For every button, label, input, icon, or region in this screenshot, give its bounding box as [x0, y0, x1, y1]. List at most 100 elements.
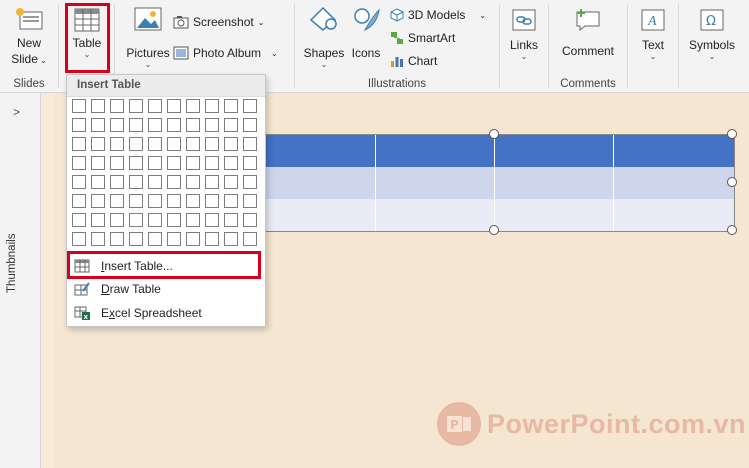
table-grid-cell[interactable]: [186, 99, 200, 113]
draw-table-menu-item[interactable]: Draw Table: [67, 278, 265, 300]
table-grid-cell[interactable]: [110, 232, 124, 246]
pictures-button[interactable]: Pictures ⌄: [123, 4, 173, 69]
screenshot-button[interactable]: Screenshot ⌄: [173, 13, 264, 31]
table-grid-cell[interactable]: [91, 99, 105, 113]
table-row[interactable]: [265, 199, 734, 231]
chart-button[interactable]: Chart: [390, 52, 437, 70]
table-grid-cell[interactable]: [167, 137, 181, 151]
slide-table[interactable]: [264, 134, 735, 232]
table-grid-cell[interactable]: [72, 137, 86, 151]
table-grid-cell[interactable]: [186, 137, 200, 151]
table-grid-cell[interactable]: [72, 156, 86, 170]
table-grid-cell[interactable]: [205, 99, 219, 113]
table-grid-cell[interactable]: [167, 213, 181, 227]
table-grid-cell[interactable]: [110, 194, 124, 208]
table-row[interactable]: [265, 167, 734, 199]
table-grid-cell[interactable]: [224, 232, 238, 246]
table-grid-cell[interactable]: [167, 232, 181, 246]
table-grid-cell[interactable]: [91, 118, 105, 132]
table-grid-cell[interactable]: [205, 156, 219, 170]
table-grid-cell[interactable]: [148, 99, 162, 113]
table-grid-cell[interactable]: [186, 232, 200, 246]
table-grid-cell[interactable]: [110, 118, 124, 132]
table-grid-cell[interactable]: [129, 213, 143, 227]
table-grid-cell[interactable]: [243, 137, 257, 151]
table-grid-cell[interactable]: [148, 194, 162, 208]
shapes-button[interactable]: Shapes ⌄: [303, 4, 345, 69]
table-grid-cell[interactable]: [72, 99, 86, 113]
symbols-button[interactable]: Ω Symbols ⌄: [687, 4, 737, 61]
thumbnails-expand-icon[interactable]: >: [13, 105, 20, 119]
excel-spreadsheet-menu-item[interactable]: x Excel Spreadsheet: [67, 302, 265, 324]
table-grid-cell[interactable]: [224, 118, 238, 132]
table-grid-cell[interactable]: [205, 175, 219, 189]
table-grid-cell[interactable]: [167, 118, 181, 132]
table-grid-cell[interactable]: [167, 175, 181, 189]
table-grid-cell[interactable]: [129, 118, 143, 132]
table-grid-cell[interactable]: [91, 232, 105, 246]
table-grid-cell[interactable]: [110, 99, 124, 113]
resize-handle[interactable]: [489, 129, 499, 139]
table-grid-cell[interactable]: [72, 232, 86, 246]
table-grid-cell[interactable]: [186, 175, 200, 189]
table-grid-cell[interactable]: [91, 156, 105, 170]
table-grid-cell[interactable]: [205, 137, 219, 151]
table-grid-cell[interactable]: [224, 137, 238, 151]
text-button[interactable]: A Text ⌄: [634, 4, 672, 61]
table-grid-cell[interactable]: [205, 232, 219, 246]
resize-handle[interactable]: [727, 225, 737, 235]
table-grid-cell[interactable]: [72, 213, 86, 227]
table-grid-cell[interactable]: [243, 232, 257, 246]
table-grid-cell[interactable]: [72, 118, 86, 132]
table-grid-cell[interactable]: [186, 194, 200, 208]
comment-button[interactable]: Comment: [557, 4, 619, 59]
table-grid-cell[interactable]: [243, 99, 257, 113]
table-grid-cell[interactable]: [167, 156, 181, 170]
smartart-button[interactable]: SmartArt: [390, 29, 455, 47]
table-grid-cell[interactable]: [243, 118, 257, 132]
table-grid-cell[interactable]: [224, 99, 238, 113]
table-grid-cell[interactable]: [129, 156, 143, 170]
table-grid-cell[interactable]: [205, 213, 219, 227]
table-grid-cell[interactable]: [91, 175, 105, 189]
table-grid-cell[interactable]: [110, 213, 124, 227]
table-grid-cell[interactable]: [110, 137, 124, 151]
table-grid-cell[interactable]: [224, 175, 238, 189]
table-grid-cell[interactable]: [148, 156, 162, 170]
table-grid-cell[interactable]: [72, 175, 86, 189]
table-grid-cell[interactable]: [129, 137, 143, 151]
table-grid-cell[interactable]: [148, 118, 162, 132]
table-grid-cell[interactable]: [205, 194, 219, 208]
table-header-row[interactable]: [265, 135, 734, 167]
table-grid-cell[interactable]: [129, 99, 143, 113]
table-grid-cell[interactable]: [186, 213, 200, 227]
table-grid-cell[interactable]: [129, 175, 143, 189]
table-grid-cell[interactable]: [91, 137, 105, 151]
table-grid-cell[interactable]: [148, 213, 162, 227]
table-grid-cell[interactable]: [129, 232, 143, 246]
table-grid-cell[interactable]: [91, 213, 105, 227]
table-grid-cell[interactable]: [148, 232, 162, 246]
table-grid-cell[interactable]: [224, 213, 238, 227]
resize-handle[interactable]: [727, 129, 737, 139]
3d-models-button[interactable]: 3D Models ⌄: [390, 6, 486, 24]
new-slide-button[interactable]: New Slide ⌄: [6, 4, 52, 67]
table-grid-cell[interactable]: [110, 156, 124, 170]
table-grid-cell[interactable]: [167, 194, 181, 208]
table-grid-cell[interactable]: [205, 118, 219, 132]
table-grid-cell[interactable]: [186, 156, 200, 170]
icons-button[interactable]: Icons: [347, 4, 385, 61]
table-grid-cell[interactable]: [148, 175, 162, 189]
table-grid-cell[interactable]: [148, 137, 162, 151]
table-grid-cell[interactable]: [186, 118, 200, 132]
table-grid-cell[interactable]: [224, 194, 238, 208]
table-grid-cell[interactable]: [243, 156, 257, 170]
resize-handle[interactable]: [727, 177, 737, 187]
table-grid-cell[interactable]: [243, 194, 257, 208]
table-grid-cell[interactable]: [110, 175, 124, 189]
table-grid-cell[interactable]: [167, 99, 181, 113]
table-grid-cell[interactable]: [129, 194, 143, 208]
table-grid-cell[interactable]: [91, 194, 105, 208]
links-button[interactable]: Links ⌄: [504, 4, 544, 61]
table-grid-cell[interactable]: [243, 175, 257, 189]
